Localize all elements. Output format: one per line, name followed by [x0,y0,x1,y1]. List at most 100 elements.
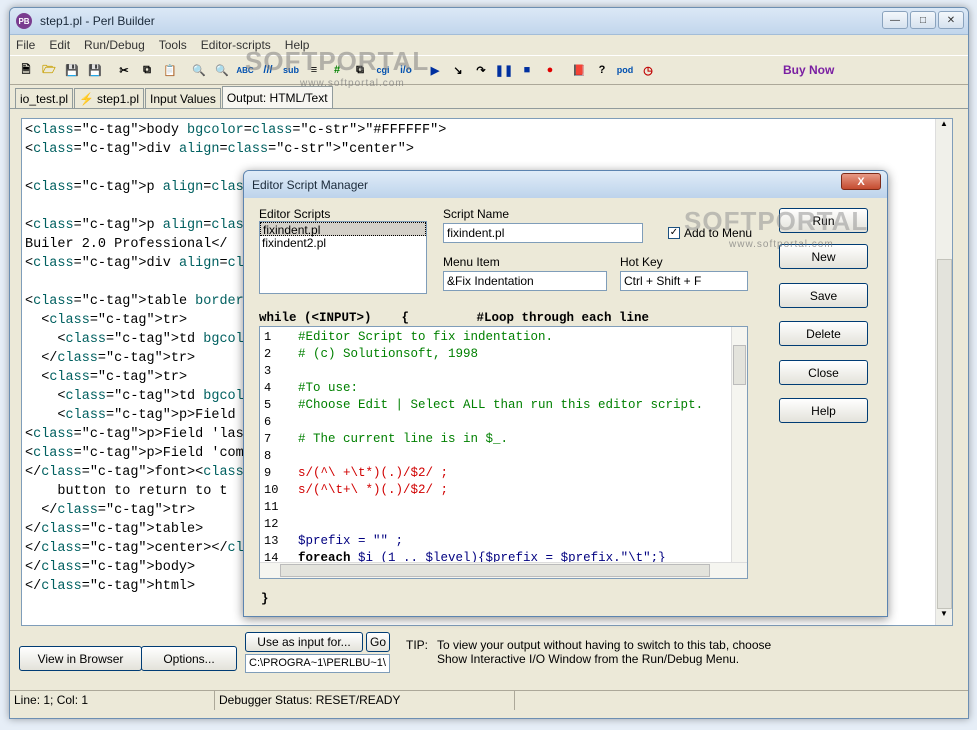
close-window-button[interactable]: ✕ [938,11,964,29]
clock-icon[interactable]: ◷ [637,59,659,81]
menu-tools[interactable]: Tools [159,38,187,52]
script-horizontal-scrollbar[interactable] [260,562,747,578]
menu-item-field[interactable]: &Fix Indentation [443,271,607,291]
open-folder-icon[interactable]: 🗁 [38,59,60,81]
title-bar: PB step1.pl - Perl Builder — □ ✕ [10,8,968,35]
view-in-browser-button[interactable]: View in Browser [19,646,142,671]
script-line: $prefix = "" ; [298,534,404,548]
go-button[interactable]: Go [366,632,390,652]
script-line [298,516,703,533]
script-name-label: Script Name [443,207,510,221]
breakpoint-icon[interactable]: ● [539,59,561,81]
editor-scroll-thumb[interactable] [937,259,952,609]
tab-input-values[interactable]: Input Values [145,88,221,108]
line-number: 5 [264,398,272,412]
stop-icon[interactable]: ■ [516,59,538,81]
cut-icon[interactable]: ✂ [113,59,135,81]
paste-icon[interactable]: 📋 [159,59,181,81]
closing-brace-line: } [261,592,269,606]
script-code: #Editor Script to fix indentation. # (c) … [298,329,703,567]
tab-step1[interactable]: ⚡ step1.pl [74,88,145,108]
tab-io-test[interactable]: io_test.pl [15,88,74,108]
script-line [298,414,703,431]
script-line: #To use: [298,381,359,395]
tip-label: TIP: [406,638,429,652]
save-icon[interactable]: 💾 [61,59,83,81]
help-topic-icon[interactable]: ? [591,59,613,81]
checkbox-box: ✓ [668,227,680,239]
line-number: 10 [264,483,279,497]
menu-file[interactable]: File [16,38,35,52]
script-vertical-scrollbar[interactable] [731,327,747,563]
editor-scripts-list[interactable]: fixindent.pl fixindent2.pl [259,221,427,294]
pause-icon[interactable]: ❚❚ [493,59,515,81]
debugger-status: Debugger Status: RESET/READY [215,691,515,710]
list-item[interactable]: fixindent.pl [260,222,426,237]
window-title: step1.pl - Perl Builder [40,14,155,28]
help-button[interactable]: Help [779,398,868,423]
line-numbers: 1 2 3 4 5 6 7 8 9 10 11 12 13 14 [260,329,295,567]
line-number: 13 [264,534,279,548]
code-line: <class="c-tag">div align=class="c-str">"… [25,142,414,157]
dialog-title: Editor Script Manager [244,171,887,198]
editor-script-manager-dialog: Editor Script Manager X Editor Scripts f… [243,170,888,617]
tip-text-2: Show Interactive I/O Window from the Run… [437,652,740,666]
use-as-input-button[interactable]: Use as input for... [245,632,363,652]
line-number: 2 [264,347,272,361]
file-tabs: io_test.pl ⚡ step1.pl Input Values Output… [10,86,968,109]
path-field[interactable]: C:\PROGRA~1\PERLBU~1\ [245,654,390,673]
watermark-logo: SOFTPORTAL [245,46,430,76]
script-code-editor[interactable]: 1 2 3 4 5 6 7 8 9 10 11 12 13 14 #Editor Script to fi… [259,326,748,579]
app-icon: PB [16,13,32,29]
line-number: 3 [264,364,272,378]
menu-edit[interactable]: Edit [49,38,70,52]
line-number: 6 [264,415,272,429]
script-line: #Choose Edit | Select ALL than run this … [298,398,704,412]
line-number: 4 [264,381,272,395]
hotkey-label: Hot Key [620,255,663,269]
script-line: #Editor Script to fix indentation. [298,330,554,344]
script-line [298,363,703,380]
script-name-field[interactable]: fixindent.pl [443,223,643,243]
script-line [298,499,703,516]
menu-item-label: Menu Item [443,255,500,269]
dialog-close-button[interactable]: X [841,173,881,190]
toolbar: 🗎 🗁 💾 💾 ✂ ⧉ 📋 🔍 🔍 ABC /// sub ≡ # ⧉ cgi … [10,55,968,85]
editor-scripts-label: Editor Scripts [259,207,331,221]
copy-icon[interactable]: ⧉ [136,59,158,81]
options-button[interactable]: Options... [141,646,237,671]
script-line: # (c) Solutionsoft, 1998 [298,347,479,361]
close-button[interactable]: Close [779,360,868,385]
editor-vertical-scrollbar[interactable]: ▲ ▼ [935,119,952,625]
menu-bar: File Edit Run/Debug Tools Editor-scripts… [10,35,968,55]
tab-step1-label: step1.pl [96,91,140,106]
tab-output[interactable]: Output: HTML/Text [221,86,333,108]
buy-now-link[interactable]: Buy Now [783,63,834,77]
cursor-position: Line: 1; Col: 1 [10,691,215,710]
new-file-icon[interactable]: 🗎 [15,59,37,81]
script-line: s/(^\ +\t*)(.)/$2/ ; [298,466,449,480]
find-next-icon[interactable]: 🔍 [211,59,233,81]
minimize-button[interactable]: — [882,11,908,29]
line-number: 1 [264,330,272,344]
list-item[interactable]: fixindent2.pl [260,236,426,250]
delete-button[interactable]: Delete [779,321,868,346]
save-button[interactable]: Save [779,283,868,308]
status-bar: Line: 1; Col: 1 Debugger Status: RESET/R… [10,690,968,710]
find-icon[interactable]: 🔍 [188,59,210,81]
menu-run-debug[interactable]: Run/Debug [84,38,145,52]
book-icon[interactable]: 📕 [568,59,590,81]
tip-text-1: To view your output without having to sw… [437,638,772,652]
script-line [298,448,703,465]
script-line: s/(^\t+\ *)(.)/$2/ ; [298,483,449,497]
output-actions: View in Browser Options... Use as input … [10,630,968,688]
maximize-button[interactable]: □ [910,11,936,29]
pod-icon[interactable]: pod [614,59,636,81]
line-number: 7 [264,432,272,446]
dialog-watermark-url: www.softportal.com [729,239,834,250]
step-icon[interactable]: ↘ [447,59,469,81]
while-header-line: while (<INPUT>) { #Loop through each lin… [259,311,650,325]
save-all-icon[interactable]: 💾 [84,59,106,81]
step-over-icon[interactable]: ↷ [470,59,492,81]
hotkey-field[interactable]: Ctrl + Shift + F [620,271,748,291]
